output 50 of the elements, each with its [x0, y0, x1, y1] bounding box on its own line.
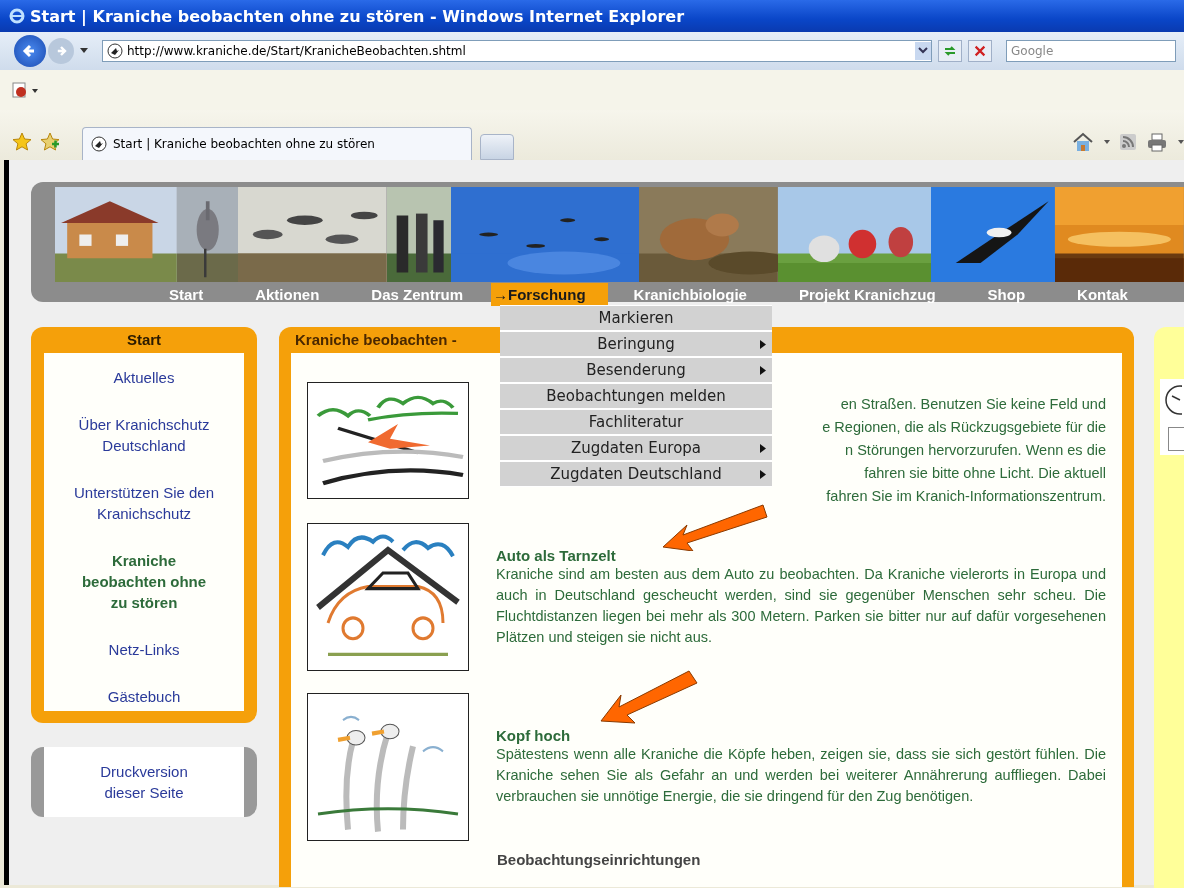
browser-logo-icon — [8, 7, 26, 25]
caret-icon[interactable] — [1104, 140, 1110, 144]
site-icon — [107, 43, 123, 59]
print-version-link[interactable]: Druckversion dieser Seite — [44, 747, 244, 817]
document-icon[interactable] — [12, 81, 38, 99]
refresh-button[interactable] — [938, 40, 962, 62]
sidebar-link[interactable]: Gästebuch — [107, 686, 181, 707]
back-button[interactable] — [14, 35, 46, 67]
paragraph-line: fahren Sie im Kranich-Informationszentrum. — [826, 487, 1106, 506]
address-bar[interactable]: http://www.kraniche.de/Start/KranicheBeobachten.shtml — [102, 40, 932, 62]
sidebar-link[interactable]: Netz-Links — [108, 639, 180, 660]
print-icon[interactable] — [1146, 132, 1168, 152]
menu-item[interactable]: Markieren — [500, 306, 772, 330]
stop-button[interactable] — [968, 40, 992, 62]
browser-tab[interactable]: Start | Kraniche beobachten ohne zu stören — [82, 127, 472, 160]
sidebar-link[interactable]: Unterstützen Sie den Kranichschutz — [61, 482, 227, 524]
section-heading: Auto als Tarnzelt — [496, 546, 616, 564]
home-icon[interactable] — [1072, 132, 1094, 152]
sidebar-link[interactable]: Über Kranichschutz Deutschland — [61, 414, 227, 456]
paragraph-line: e Regionen, die als Rückzugsgebiete für die — [822, 418, 1106, 437]
menu-item[interactable]: Fachliteratur — [500, 410, 772, 434]
menu-item[interactable]: Zugdaten Europa — [500, 436, 772, 460]
input-field[interactable] — [1168, 427, 1184, 451]
search-field[interactable]: Google — [1006, 40, 1176, 62]
section-heading: Beobachtungseinrichtungen — [497, 851, 702, 868]
nav-link[interactable]: →Forschung — [491, 282, 608, 306]
paragraph: Kraniche sind am besten aus dem Auto zu beobachten. Da Kraniche vielerorts in Europa und auch in Deutschland gescheucht werden, sind sie gegenüber Menschen sehr scheu. Die Fluchtdistanzen liegen bei mehr als 300 Metern. Parken sie bitter nur auf dafür vorgesehenen Plätzen und steigen sie nicht aus. — [496, 564, 1106, 647]
favorites-star-icon[interactable] — [12, 132, 32, 152]
add-favorite-icon[interactable] — [40, 132, 60, 152]
section-heading: Kopf hoch — [496, 727, 571, 744]
sidebar-link[interactable]: Aktuelles — [113, 367, 175, 388]
sidebar-title: Start — [125, 330, 163, 350]
dropdown-caret-icon[interactable] — [80, 48, 88, 54]
menu-item[interactable]: Besenderung — [500, 358, 772, 382]
paragraph-line: en Straßen. Benutzen Sie keine Feld und — [840, 395, 1106, 414]
paragraph-line: fahren sie bitte ohne Licht. Die aktuell — [864, 464, 1106, 483]
sidebar-link[interactable]: Kraniche beobachten ohne zu stören — [74, 550, 214, 613]
menu-item[interactable]: Beringung — [500, 332, 772, 356]
dropdown-caret-icon[interactable] — [918, 47, 928, 55]
address-field[interactable]: http://www.kraniche.de/Start/KranicheBeobachten.shtml — [127, 44, 915, 58]
site-icon — [91, 136, 107, 152]
feed-icon[interactable] — [1120, 134, 1136, 150]
paragraph-line: n Störungen hervorzurufen. Wenn es die — [845, 441, 1106, 460]
menu-item[interactable]: Zugdaten Deutschland — [500, 462, 772, 486]
close-icon — [973, 44, 987, 58]
caret-icon[interactable] — [1178, 140, 1184, 144]
window-title: Start | Kraniche beobachten ohne zu stören - Windows Internet Explorer — [30, 6, 685, 26]
menu-item[interactable]: Beobachtungen melden — [500, 384, 772, 408]
paragraph: Spätestens wenn alle Kraniche die Köpfe heben, zeigen sie, dass sie sich gestört fühlen. Die Kraniche sehen Sie als Gefahr an und werden bei weiterer Annährerung auffliegen. Dabei verbrauchen sie unnötige Energie, die sie dringend für den Zug benötigen. — [496, 745, 1106, 806]
content-title: Kraniche beobachten - — [295, 331, 457, 348]
